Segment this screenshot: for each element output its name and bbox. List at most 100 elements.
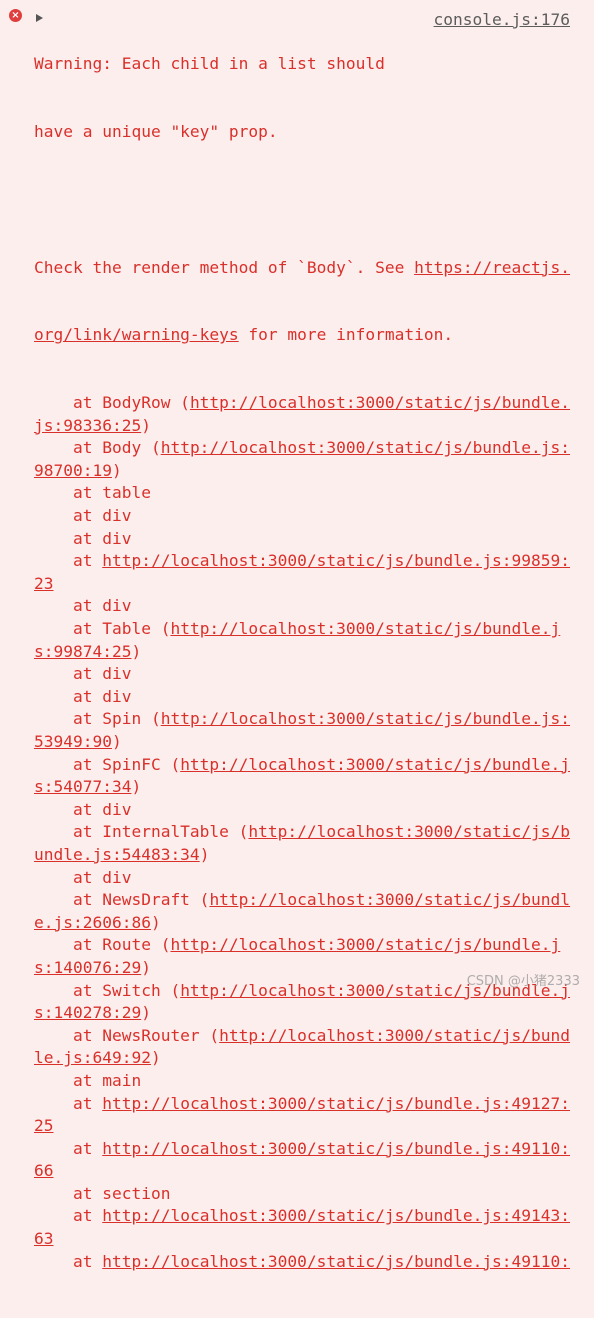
stack-frame-link[interactable]: 23 [34,574,54,593]
stack-frame-link[interactable]: http://localhost:3000/static/js/bundle.j [170,935,560,954]
stack-frame-link[interactable]: 53949:90 [34,732,112,751]
stack-frame-line: at div [34,663,586,686]
stack-frame-line: js:98336:25) [34,415,586,438]
stack-frame-text: at InternalTable ( [34,822,249,842]
stack-frame-link[interactable]: http://localhost:3000/static/js/b [248,822,570,841]
stack-frame-text: ) [131,641,142,661]
stack-frame-line: le.js:649:92) [34,1047,586,1070]
stack-frame-line: at http://localhost:3000/static/js/bundl… [34,1251,586,1274]
stack-frame-line: 25 [34,1115,586,1138]
stack-frame-text: at Switch ( [34,980,181,1000]
stack-frame-text: at div [34,799,132,819]
stack-frame-text: at SpinFC ( [34,754,181,774]
stack-frame-link[interactable]: http://localhost:3000/static/js/bundle.j [170,619,560,638]
check-text: for more information. [238,325,454,345]
stack-frame-line: at NewsDraft (http://localhost:3000/stat… [34,889,586,912]
stack-frame-link[interactable]: http://localhost:3000/static/js/bundl [209,890,570,909]
stack-frame-text: at div [34,686,132,706]
stack-frame-text: at table [34,483,151,503]
stack-frame-line: 98700:19) [34,460,586,483]
stack-frame-link[interactable]: 66 [34,1161,54,1180]
stack-frame-text: at [34,1206,103,1226]
stack-frame-text: at div [34,506,132,526]
stack-frame-text: ) [131,777,142,797]
stack-frame-line: at BodyRow (http://localhost:3000/static… [34,392,586,415]
stack-frame-link[interactable]: 98700:19 [34,461,112,480]
stack-trace: at BodyRow (http://localhost:3000/static… [34,392,586,1273]
docs-link[interactable]: https://reactjs. [414,258,570,277]
stack-frame-text: at NewsRouter ( [34,1025,220,1045]
docs-link[interactable]: org/link/warning-keys [34,325,239,344]
stack-frame-text: at div [34,528,132,548]
stack-frame-line: at main [34,1070,586,1093]
stack-frame-line: at InternalTable (http://localhost:3000/… [34,821,586,844]
stack-frame-link[interactable]: http://localhost:3000/static/js/bundle.j [180,755,570,774]
stack-frame-line: 63 [34,1228,586,1251]
stack-frame-text: at div [34,867,132,887]
stack-frame-link[interactable]: 63 [34,1229,54,1248]
stack-frame-line: at div [34,528,586,551]
stack-frame-text: at [34,551,103,571]
stack-frame-text: ) [111,732,122,751]
stack-frame-text: at BodyRow ( [34,393,190,413]
stack-frame-link[interactable]: http://localhost:3000/static/js/bundle. [190,393,570,412]
stack-frame-link[interactable]: s:140076:29 [34,958,141,977]
check-render-line: Check the render method of `Body`. See h… [34,257,586,280]
stack-frame-link[interactable]: js:98336:25 [34,416,141,435]
stack-frame-line: e.js:2606:86) [34,912,586,935]
warning-line: have a unique "key" prop. [34,121,278,141]
stack-frame-line: at div [34,595,586,618]
error-x-icon: × [9,9,22,22]
stack-frame-link[interactable]: s:140278:29 [34,1003,141,1022]
stack-frame-line: 66 [34,1160,586,1183]
stack-frame-text: at NewsDraft ( [34,890,210,910]
stack-frame-text: at div [34,664,132,684]
stack-frame-line: at div [34,867,586,890]
stack-frame-link[interactable]: http://localhost:3000/static/js/bundle.j… [102,551,570,570]
csdn-watermark: CSDN @小猪2333 [466,974,580,989]
stack-frame-text: at div [34,596,132,616]
stack-frame-text: ) [141,415,151,435]
stack-frame-link[interactable]: e.js:2606:86 [34,913,151,932]
stack-frame-text: ) [141,1003,151,1023]
stack-frame-text: at main [34,1070,142,1090]
stack-frame-text: at [34,1251,103,1271]
stack-frame-line: at Spin (http://localhost:3000/static/js… [34,708,586,731]
stack-frame-text: at [34,1138,103,1158]
stack-frame-link[interactable]: http://localhost:3000/static/js/bundle.j… [161,709,570,728]
stack-frame-line: 23 [34,573,586,596]
stack-frame-line: s:99874:25) [34,641,586,664]
stack-frame-line: at Table (http://localhost:3000/static/j… [34,618,586,641]
stack-frame-line: at table [34,482,586,505]
check-text: Check the render method of `Body`. See [34,257,415,277]
stack-frame-link[interactable]: 25 [34,1116,54,1135]
stack-frame-line: at SpinFC (http://localhost:3000/static/… [34,754,586,777]
stack-frame-line: at Body (http://localhost:3000/static/js… [34,437,586,460]
stack-frame-link[interactable]: s:54077:34 [34,777,131,796]
stack-frame-text: at [34,1093,103,1113]
stack-frame-link[interactable]: http://localhost:3000/static/js/bundle.j… [102,1206,570,1225]
stack-frame-line: at div [34,505,586,528]
stack-frame-link[interactable]: undle.js:54483:34 [34,845,200,864]
check-render-line: org/link/warning-keys for more informati… [34,324,586,347]
stack-frame-text: at Table ( [34,619,171,639]
stack-frame-line: at http://localhost:3000/static/js/bundl… [34,1093,586,1116]
stack-frame-link[interactable]: http://localhost:3000/static/js/bundle.j… [161,438,570,457]
stack-frame-text: ) [111,460,122,480]
stack-frame-text: at Spin ( [34,709,161,729]
stack-frame-link[interactable]: http://localhost:3000/static/js/bundle.j… [102,1252,570,1271]
stack-frame-link[interactable]: http://localhost:3000/static/js/bund [219,1026,570,1045]
stack-frame-text: ) [199,844,210,864]
stack-frame-line: at http://localhost:3000/static/js/bundl… [34,1138,586,1161]
stack-frame-line: 53949:90) [34,731,586,754]
stack-frame-text: at Body ( [34,438,161,458]
stack-frame-link[interactable]: s:99874:25 [34,642,131,661]
stack-frame-link[interactable]: http://localhost:3000/static/js/bundle.j… [102,1139,570,1158]
stack-frame-link[interactable]: http://localhost:3000/static/js/bundle.j… [102,1094,570,1113]
stack-frame-line: at section [34,1183,586,1206]
error-message: Warning: Each child in a list should hav… [34,8,586,1318]
console-error-entry: × console.js:176 Warning: Each child in … [0,0,594,1271]
stack-frame-link[interactable]: le.js:649:92 [34,1048,151,1067]
stack-frame-text: ) [150,912,161,932]
